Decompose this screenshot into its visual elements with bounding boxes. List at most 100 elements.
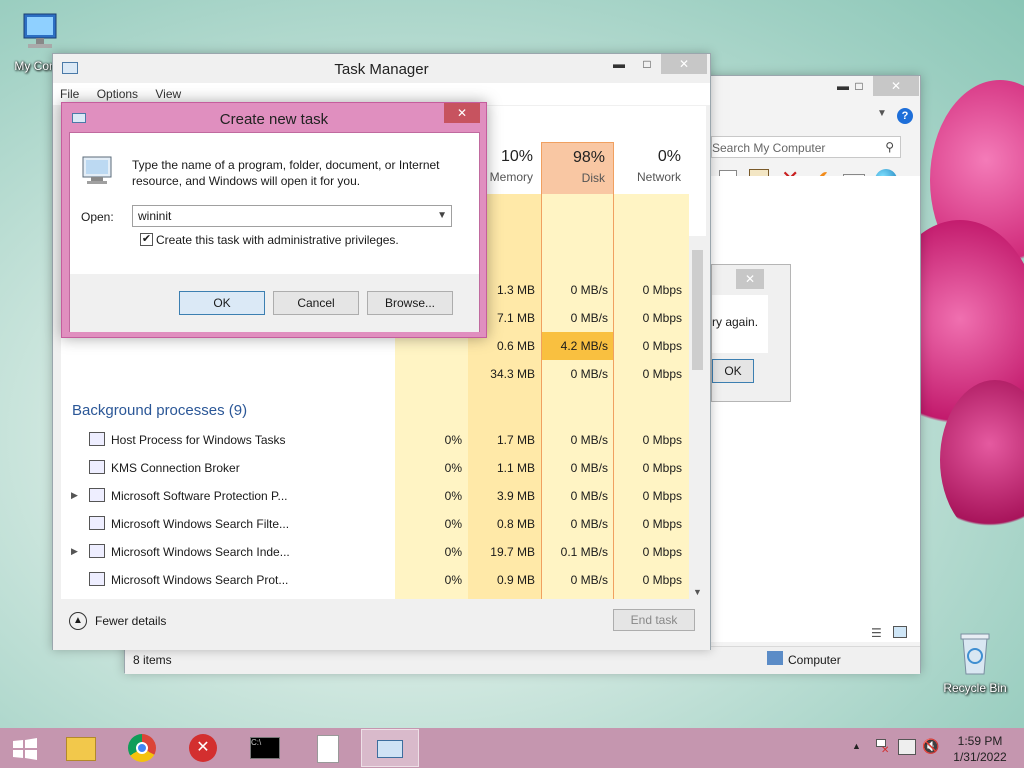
expand-icon[interactable]: ▶ bbox=[71, 490, 78, 501]
close-button[interactable]: ✕ bbox=[661, 54, 707, 74]
desktop: My Comp Recycle Bin ▬ □ ✕ ▼ ? Search My … bbox=[0, 0, 1024, 728]
close-button[interactable]: ✕ bbox=[444, 103, 480, 123]
admin-label: Create this task with administrative pri… bbox=[156, 233, 399, 247]
close-button[interactable]: ✕ bbox=[873, 76, 919, 96]
volume-muted-icon[interactable]: 🔇 bbox=[922, 738, 939, 755]
action-center-flag-icon[interactable]: ✕ bbox=[874, 739, 890, 756]
disk-cell: 0 MB/s bbox=[570, 573, 608, 587]
network-cell: 0 Mbps bbox=[642, 367, 682, 381]
computer-icon bbox=[767, 651, 783, 665]
memory-cell: 1.1 MB bbox=[496, 461, 535, 475]
taskbar: ✕ C:\ ▲ ✕ 🔇 1:59 PM 1/31/2022 bbox=[0, 728, 1024, 768]
cpu-cell: 0% bbox=[444, 517, 462, 531]
process-name: Microsoft Windows Search Filte... bbox=[111, 517, 290, 531]
dialog-title-bar[interactable]: Create new task ✕ bbox=[62, 103, 486, 133]
error-app-icon: ✕ bbox=[189, 734, 217, 762]
maximize-button[interactable]: □ bbox=[845, 76, 873, 96]
run-program-icon bbox=[82, 156, 112, 184]
taskbar-file-explorer[interactable] bbox=[52, 729, 110, 767]
search-icon[interactable]: ⚲ bbox=[885, 140, 894, 154]
network-cell: 0 Mbps bbox=[642, 283, 682, 297]
create-new-task-dialog: Create new task ✕ Type the name of a pro… bbox=[61, 102, 487, 338]
desktop-icon-recycle-bin[interactable]: Recycle Bin bbox=[935, 630, 1015, 695]
taskbar-chrome[interactable] bbox=[113, 729, 171, 767]
disk-column-header[interactable]: 98% Disk bbox=[541, 142, 614, 194]
taskbar-task-manager[interactable] bbox=[361, 729, 419, 767]
cpu-cell: 0% bbox=[444, 545, 462, 559]
network-cell: 0 Mbps bbox=[642, 573, 682, 587]
help-icon[interactable]: ? bbox=[897, 108, 913, 124]
disk-cell: 0 MB/s bbox=[570, 311, 608, 325]
table-row[interactable]: KMS Connection Broker 0% 1.1 MB 0 MB/s 0 Mbp… bbox=[61, 454, 689, 482]
memory-cell: 0.6 MB bbox=[496, 339, 535, 353]
table-row[interactable]: Open-Shell Menu0%1.1 MB0 MB/s0 Mbps bbox=[61, 594, 689, 599]
blank-document-icon bbox=[317, 735, 339, 763]
chevron-down-icon[interactable]: ▼ bbox=[437, 210, 447, 221]
scrollbar-thumb[interactable] bbox=[692, 250, 703, 370]
admin-checkbox[interactable]: ✔ bbox=[140, 233, 153, 246]
maximize-button[interactable]: □ bbox=[633, 54, 661, 74]
table-row[interactable]: ▶ Microsoft Windows Search Inde... 0% 19.7 … bbox=[61, 538, 689, 566]
end-task-button[interactable]: End task bbox=[613, 609, 695, 631]
fewer-details-link[interactable]: Fewer details bbox=[95, 614, 166, 628]
large-icons-view-icon[interactable] bbox=[893, 626, 907, 638]
browse-button[interactable]: Browse... bbox=[367, 291, 453, 315]
memory-cell: 1.7 MB bbox=[496, 433, 535, 447]
process-name: Host Process for Windows Tasks bbox=[111, 433, 286, 447]
ok-button[interactable]: OK bbox=[712, 359, 754, 383]
table-row[interactable]: Microsoft Windows Search Prot... 0% 0.9 MB… bbox=[61, 566, 689, 594]
table-row[interactable]: 34.3 MB 0 MB/s 0 Mbps bbox=[61, 360, 689, 388]
cpu-cell: 0% bbox=[444, 433, 462, 447]
desktop-icon-label: Recycle Bin bbox=[943, 681, 1007, 695]
taskbar-command-prompt[interactable]: C:\ bbox=[235, 729, 293, 767]
expand-icon[interactable]: ▶ bbox=[71, 546, 78, 557]
process-name: Microsoft Windows Search Inde... bbox=[111, 545, 290, 559]
network-column-header[interactable]: 0% Network bbox=[614, 142, 689, 194]
start-icon bbox=[13, 738, 37, 760]
chevron-down-icon[interactable]: ▼ bbox=[877, 108, 887, 119]
dialog-content: Type the name of a program, folder, docu… bbox=[69, 132, 480, 332]
disk-cell: 0 MB/s bbox=[570, 517, 608, 531]
computer-icon bbox=[23, 13, 57, 48]
memory-cell: 34.3 MB bbox=[490, 367, 535, 381]
network-percent: 0% bbox=[657, 148, 681, 165]
minimize-button[interactable]: ▬ bbox=[605, 54, 633, 74]
memory-cell: 0.9 MB bbox=[496, 573, 535, 587]
search-input[interactable]: Search My Computer bbox=[712, 141, 825, 155]
cancel-button[interactable]: Cancel bbox=[273, 291, 359, 315]
background-processes-heading: Background processes (9) bbox=[72, 402, 248, 419]
taskbar-error-app[interactable]: ✕ bbox=[174, 729, 232, 767]
clock-date[interactable]: 1/31/2022 bbox=[952, 750, 1008, 764]
scrollbar[interactable]: ▼ bbox=[689, 236, 706, 599]
start-button[interactable] bbox=[0, 729, 50, 767]
taskbar-document[interactable] bbox=[298, 729, 356, 767]
cpu-cell: 0% bbox=[444, 489, 462, 503]
search-box[interactable]: Search My Computer ⚲ bbox=[711, 136, 901, 158]
cpu-cell: 0% bbox=[444, 461, 462, 475]
command-prompt-icon: C:\ bbox=[250, 737, 280, 759]
table-row[interactable]: ▶ Microsoft Software Protection P... 0% 3.9… bbox=[61, 482, 689, 510]
table-row[interactable]: Host Process for Windows Tasks 0% 1.7 MB 0 … bbox=[61, 426, 689, 454]
network-label: Network bbox=[636, 170, 681, 184]
clock-time[interactable]: 1:59 PM bbox=[952, 734, 1008, 748]
network-icon[interactable] bbox=[898, 739, 916, 755]
open-input[interactable]: wininit bbox=[138, 209, 171, 223]
app-window-icon bbox=[89, 460, 105, 474]
close-icon[interactable]: ✕ bbox=[736, 269, 764, 289]
network-cell: 0 Mbps bbox=[642, 433, 682, 447]
open-field[interactable]: wininit ▼ bbox=[132, 205, 452, 227]
collapse-icon[interactable]: ▲ bbox=[69, 612, 87, 630]
table-row[interactable]: Microsoft Windows Search Filte... 0% 0.8 M… bbox=[61, 510, 689, 538]
ok-button[interactable]: OK bbox=[179, 291, 265, 315]
disk-percent: 98% bbox=[572, 149, 605, 166]
disk-cell: 0 MB/s bbox=[570, 489, 608, 503]
task-manager-title-bar[interactable]: Task Manager ▬ □ ✕ bbox=[53, 54, 710, 84]
scroll-down-icon[interactable]: ▼ bbox=[693, 587, 702, 597]
details-view-icon[interactable]: ☰ bbox=[871, 626, 882, 640]
show-hidden-icons-icon[interactable]: ▲ bbox=[852, 741, 861, 751]
app-window-icon bbox=[89, 488, 105, 502]
message-box: ✕ ry again. OK bbox=[711, 264, 791, 402]
file-explorer-icon bbox=[66, 737, 96, 761]
network-cell: 0 Mbps bbox=[642, 545, 682, 559]
disk-label: Disk bbox=[581, 171, 605, 185]
